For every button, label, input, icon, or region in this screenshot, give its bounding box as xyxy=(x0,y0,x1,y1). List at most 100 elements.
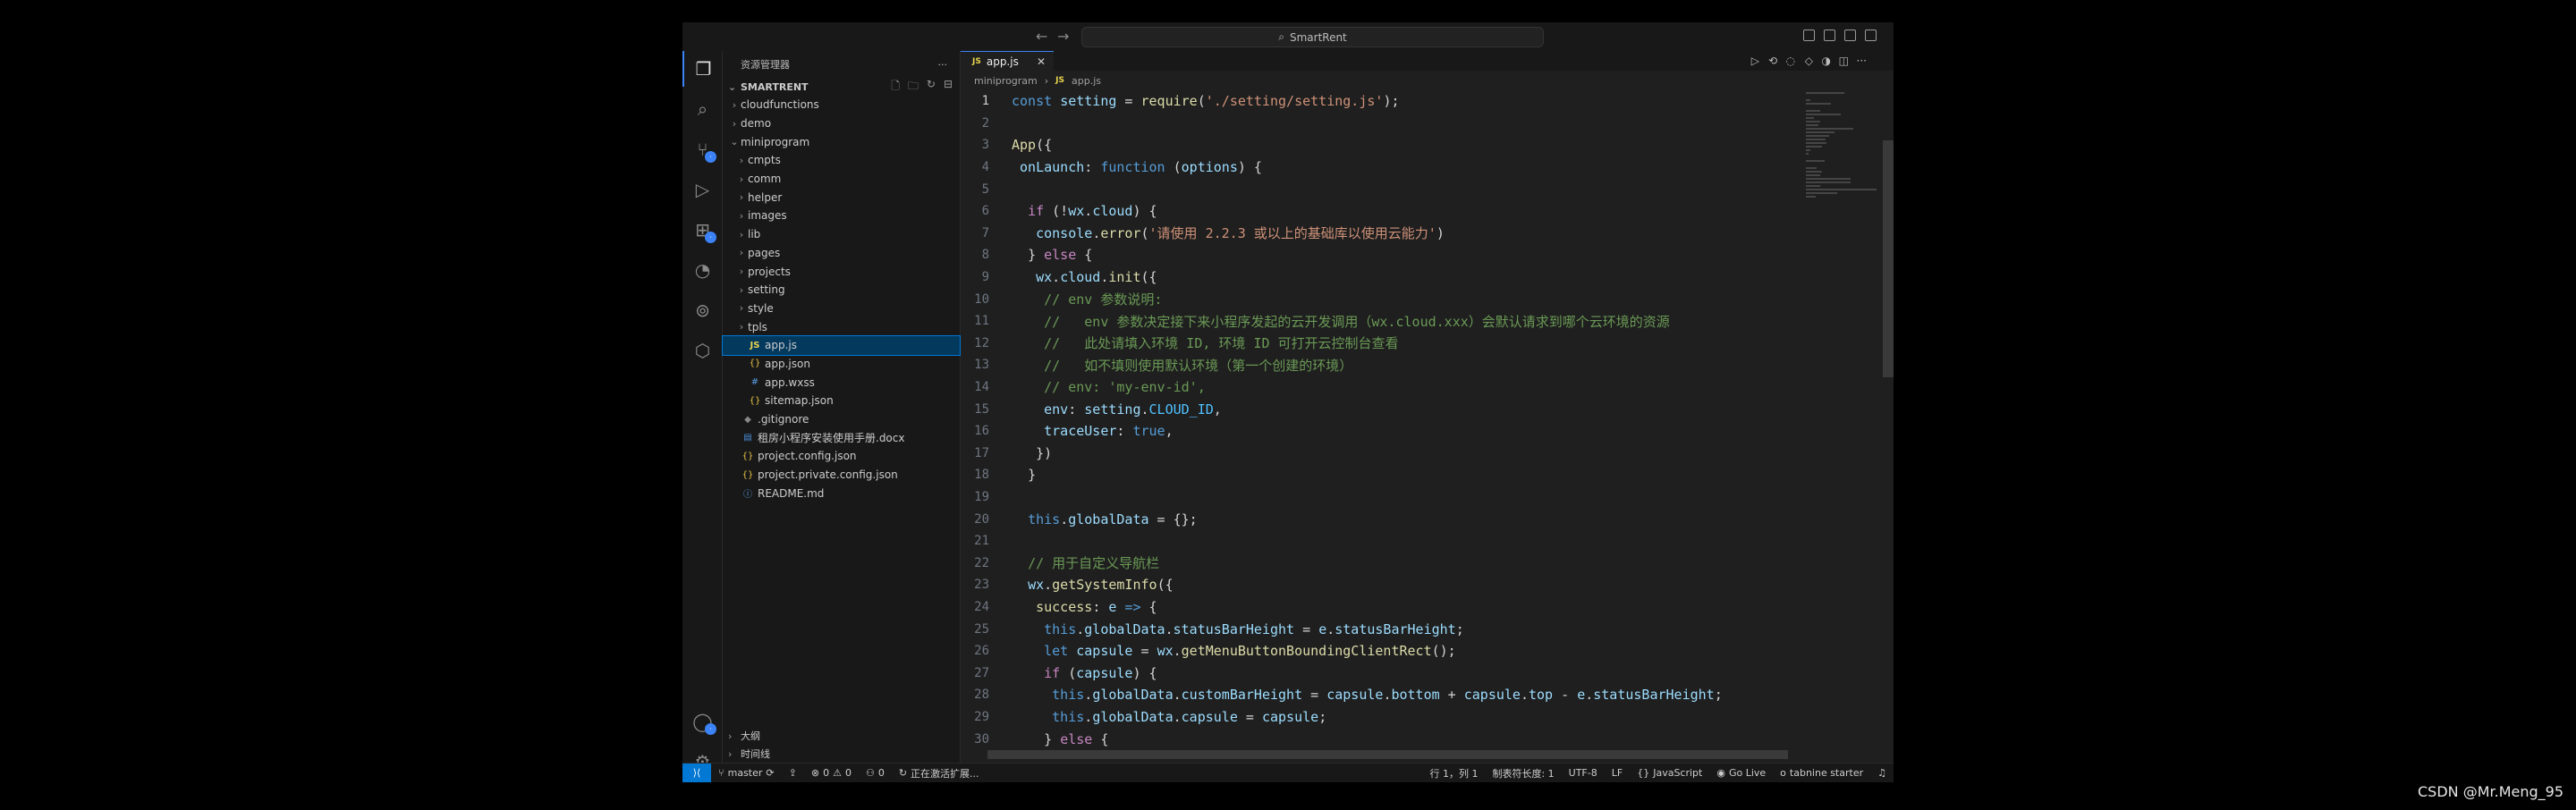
toggle-panel-icon[interactable] xyxy=(1824,30,1835,41)
error-icon: ⊗ xyxy=(810,767,820,779)
tree-file[interactable]: ◆ .gitignore xyxy=(723,410,960,429)
tabnine-status[interactable]: o tabnine starter xyxy=(1773,764,1870,783)
code-token: customBarHeight xyxy=(1181,687,1303,704)
search-activity-icon[interactable]: ⌕ xyxy=(682,91,723,127)
tab-app-js[interactable]: JS app.js ✕ xyxy=(961,51,1054,71)
next-change-icon[interactable]: ◇ xyxy=(1805,55,1813,67)
code-line: 12 // 此处请填入环境 ID, 环境 ID 可打开云控制台查看 xyxy=(961,333,1801,355)
code-line: 11 // env 参数决定接下来小程序发起的云开发调用（wx.cloud.xx… xyxy=(961,310,1801,333)
code-token: capsule xyxy=(1261,708,1319,725)
tree-folder[interactable]: › cloudfunctions xyxy=(723,96,960,114)
timeline-section[interactable]: › 时间线 xyxy=(723,745,960,763)
close-icon[interactable]: ✕ xyxy=(1037,55,1046,68)
forward-arrow-icon[interactable]: → xyxy=(1057,28,1069,45)
explorer-icon[interactable]: ❐ xyxy=(682,51,723,87)
customize-layout-icon[interactable] xyxy=(1865,30,1877,41)
publish-status[interactable]: ⇪ xyxy=(782,764,804,783)
encoding[interactable]: UTF-8 xyxy=(1562,764,1605,783)
outline-section[interactable]: › 大纲 xyxy=(723,727,960,745)
remote-indicator-icon[interactable]: ⟩⟨ xyxy=(682,763,711,782)
code-token: else xyxy=(1044,247,1077,264)
split-editor-icon[interactable]: ◫ xyxy=(1839,55,1849,67)
tree-file[interactable]: {} project.config.json xyxy=(723,447,960,466)
line-number: 14 xyxy=(974,380,989,395)
remote-explorer-icon[interactable]: ⊚ xyxy=(682,292,723,328)
tree-file[interactable]: # app.wxss xyxy=(723,373,960,392)
minimap[interactable] xyxy=(1801,90,1894,763)
notifications-bell[interactable]: ♫ xyxy=(1870,764,1894,783)
horizontal-scrollbar[interactable] xyxy=(987,750,1788,759)
code-token: const xyxy=(1012,93,1053,110)
collapse-all-icon[interactable]: ⊟ xyxy=(944,78,953,97)
code-line: 6 if (! wx. cloud) { xyxy=(961,200,1801,223)
more-actions-icon[interactable]: ··· xyxy=(938,59,948,71)
tree-folder[interactable]: › style xyxy=(723,300,960,318)
minimap-line xyxy=(1806,139,1826,140)
tree-file[interactable]: {} sitemap.json xyxy=(723,392,960,410)
tree-folder[interactable]: › projects xyxy=(723,262,960,281)
account-icon[interactable]: ◯ · xyxy=(682,704,723,739)
language-mode[interactable]: {} JavaScript xyxy=(1630,764,1709,783)
tree-file[interactable]: ▤ 租房小程序安装使用手册.docx xyxy=(723,428,960,447)
refresh-icon[interactable]: ↻ xyxy=(927,78,936,97)
tree-file[interactable]: {} project.private.config.json xyxy=(723,466,960,485)
more-actions-icon[interactable]: ··· xyxy=(1857,55,1867,67)
problems-status[interactable]: ⊗ 0 ⚠ 0 xyxy=(804,764,859,783)
tree-folder[interactable]: › demo xyxy=(723,114,960,133)
tree-folder[interactable]: › lib xyxy=(723,225,960,244)
git-lens-icon[interactable]: ◑ xyxy=(1822,55,1831,67)
breadcrumb-file[interactable]: app.js xyxy=(1072,75,1101,87)
braces-icon: {} xyxy=(1637,767,1650,779)
toggle-secondary-sidebar-icon[interactable] xyxy=(1844,30,1856,41)
branch-status[interactable]: ⑂ master ⟳ xyxy=(711,764,782,783)
toggle-primary-sidebar-icon[interactable] xyxy=(1803,30,1815,41)
tree-folder[interactable]: › comm xyxy=(723,170,960,189)
vertical-scrollbar[interactable] xyxy=(1883,140,1894,377)
back-arrow-icon[interactable]: ← xyxy=(1036,28,1047,45)
tree-file[interactable]: JS app.js xyxy=(722,334,961,356)
ports-status[interactable]: ⚇ 0 xyxy=(859,764,892,783)
activity-bar: ❐ ⌕ ⑂· ▷ ⊞· ◔ ⊚ ⬡ ◯· ⚙· xyxy=(682,51,723,775)
cube-icon[interactable]: ⬡ xyxy=(682,333,723,368)
code-token: . xyxy=(1092,224,1101,241)
code-token: this xyxy=(1044,620,1077,637)
source-control-icon[interactable]: ⑂ · xyxy=(682,131,723,167)
run-debug-icon[interactable]: ▷ xyxy=(682,172,723,207)
tree-folder[interactable]: › tpls xyxy=(723,317,960,336)
minimap-line xyxy=(1806,196,1816,198)
new-file-icon[interactable]: 🗋 xyxy=(891,78,900,97)
cursor-position[interactable]: 行 1，列 1 xyxy=(1422,764,1485,783)
tree-file[interactable]: {} app.json xyxy=(723,355,960,374)
end-of-line[interactable]: LF xyxy=(1605,764,1630,783)
minimap-line xyxy=(1806,142,1827,144)
open-changes-icon[interactable]: ⟲ xyxy=(1768,55,1777,67)
code-token: ( xyxy=(1060,664,1077,681)
tree-folder[interactable]: ⌄ miniprogram xyxy=(723,132,960,151)
git-graph-icon[interactable]: ◔ xyxy=(682,252,723,288)
extensions-icon[interactable]: ⊞ · xyxy=(682,212,723,248)
tab-size[interactable]: 制表符长度: 1 xyxy=(1485,764,1561,783)
revert-icon[interactable]: ◌ xyxy=(1786,55,1795,67)
breadcrumb-folder[interactable]: miniprogram xyxy=(974,75,1038,87)
json-file-icon: {} xyxy=(741,451,754,461)
go-live-button[interactable]: ◉ Go Live xyxy=(1709,764,1773,783)
code-line: 21 xyxy=(961,530,1801,553)
command-center-search[interactable]: ⌕ SmartRent xyxy=(1081,27,1544,47)
line-number: 7 xyxy=(981,225,989,240)
code-editor[interactable]: 1 const setting = require('./setting/sett… xyxy=(961,90,1801,763)
tree-folder[interactable]: › images xyxy=(723,207,960,225)
tree-file[interactable]: ⓘ README.md xyxy=(723,484,960,502)
javascript-file-icon: JS xyxy=(1055,76,1065,85)
tree-folder[interactable]: › setting xyxy=(723,281,960,300)
tree-folder[interactable]: › cmpts xyxy=(723,151,960,170)
tree-folder[interactable]: › helper xyxy=(723,188,960,207)
run-code-icon[interactable]: ▷ xyxy=(1751,55,1759,67)
tree-folder[interactable]: › pages xyxy=(723,244,960,263)
explorer-root-folder[interactable]: ⌄ SMARTRENT 🗋 🗀 ↻ ⊟ xyxy=(723,78,960,96)
minimap-line xyxy=(1806,174,1821,176)
code-token: . xyxy=(1140,401,1149,418)
new-folder-icon[interactable]: 🗀 xyxy=(908,78,919,97)
minimap-line xyxy=(1806,185,1821,187)
